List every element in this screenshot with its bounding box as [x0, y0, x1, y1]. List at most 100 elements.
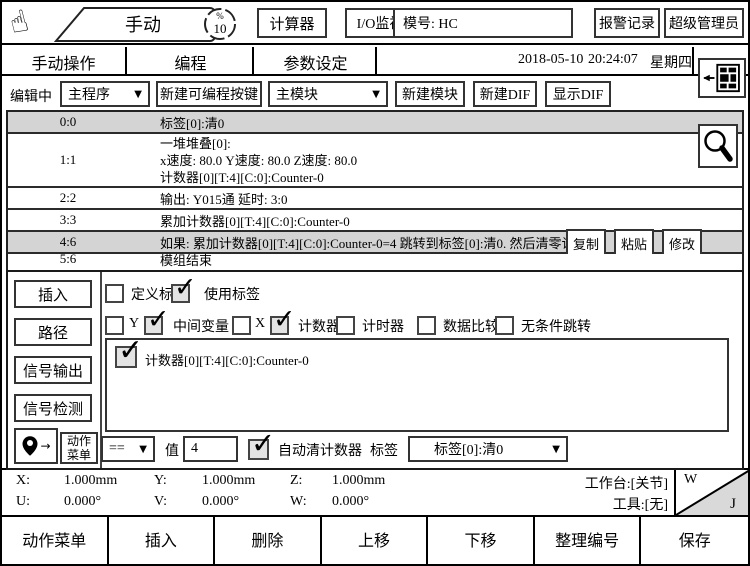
w-axis-value: 0.000° [332, 494, 369, 510]
mode-label: 手动 [125, 15, 161, 35]
program-row-5[interactable]: 5:6 模组结束 [8, 254, 742, 264]
counter-item-checkbox[interactable]: ✓ [115, 346, 137, 368]
new-programmable-key-button[interactable]: 新建可编程按键 [156, 81, 262, 107]
v-axis-value: 0.000° [202, 494, 239, 510]
keypad-dock-button[interactable] [698, 58, 746, 98]
checkmark-icon: ✓ [174, 274, 197, 301]
checkmark-icon: ✓ [273, 306, 296, 333]
data-compare-checkbox[interactable] [417, 316, 436, 335]
row-action-buttons: 复制 粘贴 修改 [566, 229, 702, 257]
uncond-jump-checkbox[interactable] [495, 316, 514, 335]
w-axis-label: W: [290, 494, 307, 510]
define-label-checkbox[interactable] [105, 284, 124, 303]
admin-level-button[interactable]: 超级管理员 [664, 8, 744, 38]
counter-list-box: ✓ 计数器[0][T:4][C:0]:Counter-0 [105, 338, 729, 432]
signal-output-side-button[interactable]: 信号输出 [14, 356, 92, 384]
chevron-down-icon: ▼ [552, 444, 560, 455]
tab-parameter-setting[interactable]: 参数设定 [256, 47, 377, 76]
row-id: 5:6 [8, 251, 128, 267]
divider [692, 47, 694, 76]
zoom-search-button[interactable] [698, 124, 738, 168]
action-menu-button[interactable]: 动作菜单 [2, 517, 109, 564]
edit-toolbar: 编辑中 主程序 ▼ 新建可编程按键 主模块 ▼ 新建模块 新建DIF 显示DIF [2, 78, 748, 110]
keypad-grid-icon [701, 62, 743, 94]
v-axis-label: V: [154, 494, 167, 510]
row-id: 1:1 [8, 152, 128, 168]
tool-mode-label: 工具:[无] [448, 494, 668, 514]
delete-button[interactable]: 删除 [215, 517, 322, 564]
uncond-jump-text: 无条件跳转 [521, 316, 591, 336]
y-axis-value: 1.000mm [202, 473, 255, 489]
top-bar: ☝ 手动 % 10 计算器 I/O监视 模号: HC 报警记录 超级管理员 [2, 2, 748, 45]
save-button[interactable]: 保存 [641, 517, 748, 564]
auto-clear-text: 自动清计数器 [278, 440, 362, 460]
alarm-log-button[interactable]: 报警记录 [594, 8, 660, 38]
program-row-1[interactable]: 1:1 一堆堆叠[0]: x速度: 80.0 Y速度: 80.0 Z速度: 80… [8, 134, 742, 188]
new-module-button[interactable]: 新建模块 [395, 81, 465, 107]
checkmark-icon: ✓ [251, 429, 275, 458]
renumber-button[interactable]: 整理编号 [535, 517, 642, 564]
tab-programming[interactable]: 编程 [129, 47, 254, 76]
condition-row: == ▼ 值 ✓ 自动清计数器 标签 标签[0]:清0 ▼ [8, 436, 746, 464]
z-axis-label: Z: [290, 473, 302, 489]
jump-label-select[interactable]: 标签[0]:清0 ▼ [408, 436, 568, 462]
calculator-button[interactable]: 计算器 [257, 8, 327, 38]
status-date: 2018-05-10 [518, 52, 583, 68]
copy-button[interactable]: 复制 [566, 229, 606, 257]
editing-status-label: 编辑中 [10, 86, 52, 106]
u-axis-label: U: [16, 494, 30, 510]
pendant-screen: ☝ 手动 % 10 计算器 I/O监视 模号: HC 报警记录 超级管理员 手动… [0, 0, 750, 566]
program-step-list: 0:0 标签[0]:清0 1:1 一堆堆叠[0]: x速度: 80.0 Y速度:… [6, 110, 744, 274]
program-row-2[interactable]: 2:2 输出: Y015通 延时: 3:0 [8, 188, 742, 210]
row-id: 0:0 [8, 114, 128, 130]
label-checkbox-row: 定义标签 ✓ 使用标签 [8, 284, 746, 306]
operator-value: == [109, 441, 125, 457]
show-dif-button[interactable]: 显示DIF [545, 81, 611, 107]
coordinate-status-bar: X: 1.000mm Y: 1.000mm Z: 1.000mm U: 0.00… [2, 468, 748, 515]
chevron-down-icon: ▼ [372, 89, 380, 100]
step-edit-panel: 插入 路径 信号输出 信号检测 → 动作 菜单 定义标签 ✓ 使用标签 [6, 270, 744, 470]
counter-text: 计数器 [298, 316, 340, 336]
counter-item-text: 计数器[0][T:4][C:0]:Counter-0 [145, 350, 309, 369]
row-id: 2:2 [8, 190, 128, 206]
timer-checkbox[interactable] [336, 316, 355, 335]
value-input[interactable] [183, 436, 238, 462]
coord-mode-toggle[interactable]: W J [674, 470, 748, 515]
operator-select[interactable]: == ▼ [101, 436, 155, 462]
status-time: 20:24:07 [588, 52, 638, 68]
tab-manual-operation[interactable]: 手动操作 [2, 47, 127, 76]
program-row-0[interactable]: 0:0 标签[0]:清0 [8, 112, 742, 134]
model-number-field[interactable]: 模号: HC [393, 8, 573, 38]
move-up-button[interactable]: 上移 [322, 517, 429, 564]
program-select[interactable]: 主程序 ▼ [60, 81, 150, 107]
new-dif-button[interactable]: 新建DIF [473, 81, 537, 107]
program-select-value: 主程序 [68, 84, 110, 104]
module-select[interactable]: 主模块 ▼ [268, 81, 388, 107]
u-axis-value: 0.000° [64, 494, 101, 510]
mode-speed-banner[interactable]: 手动 % 10 [48, 3, 250, 45]
row-text: 累加计数器[0][T:4][C:0]:Counter-0 [160, 211, 350, 230]
value-label: 值 [165, 440, 179, 460]
checkmark-icon: ✓ [118, 336, 143, 366]
counter-checkbox[interactable]: ✓ [270, 316, 289, 335]
checkmark-icon: ✓ [147, 306, 170, 333]
mid-var-checkbox[interactable]: ✓ [144, 316, 163, 335]
modify-button[interactable]: 修改 [662, 229, 702, 257]
signal-detect-side-button[interactable]: 信号检测 [14, 394, 92, 422]
timer-text: 计时器 [362, 316, 404, 336]
use-label-checkbox[interactable]: ✓ [171, 284, 190, 303]
insert-button[interactable]: 插入 [109, 517, 216, 564]
module-select-value: 主模块 [276, 84, 318, 104]
y-text: Y [129, 316, 139, 332]
chevron-down-icon: ▼ [134, 89, 142, 100]
jump-label-value: 标签[0]:清0 [434, 439, 503, 459]
auto-clear-checkbox[interactable]: ✓ [248, 439, 269, 460]
x-checkbox[interactable] [232, 316, 251, 335]
row-text: 输出: Y015通 延时: 3:0 [160, 189, 287, 208]
paste-button[interactable]: 粘贴 [614, 229, 654, 257]
jump-label-text: 标签 [370, 440, 398, 460]
chevron-down-icon: ▼ [139, 444, 147, 455]
move-down-button[interactable]: 下移 [428, 517, 535, 564]
mid-var-text: 中间变量 [173, 316, 229, 336]
speed-unit: % [216, 11, 224, 21]
